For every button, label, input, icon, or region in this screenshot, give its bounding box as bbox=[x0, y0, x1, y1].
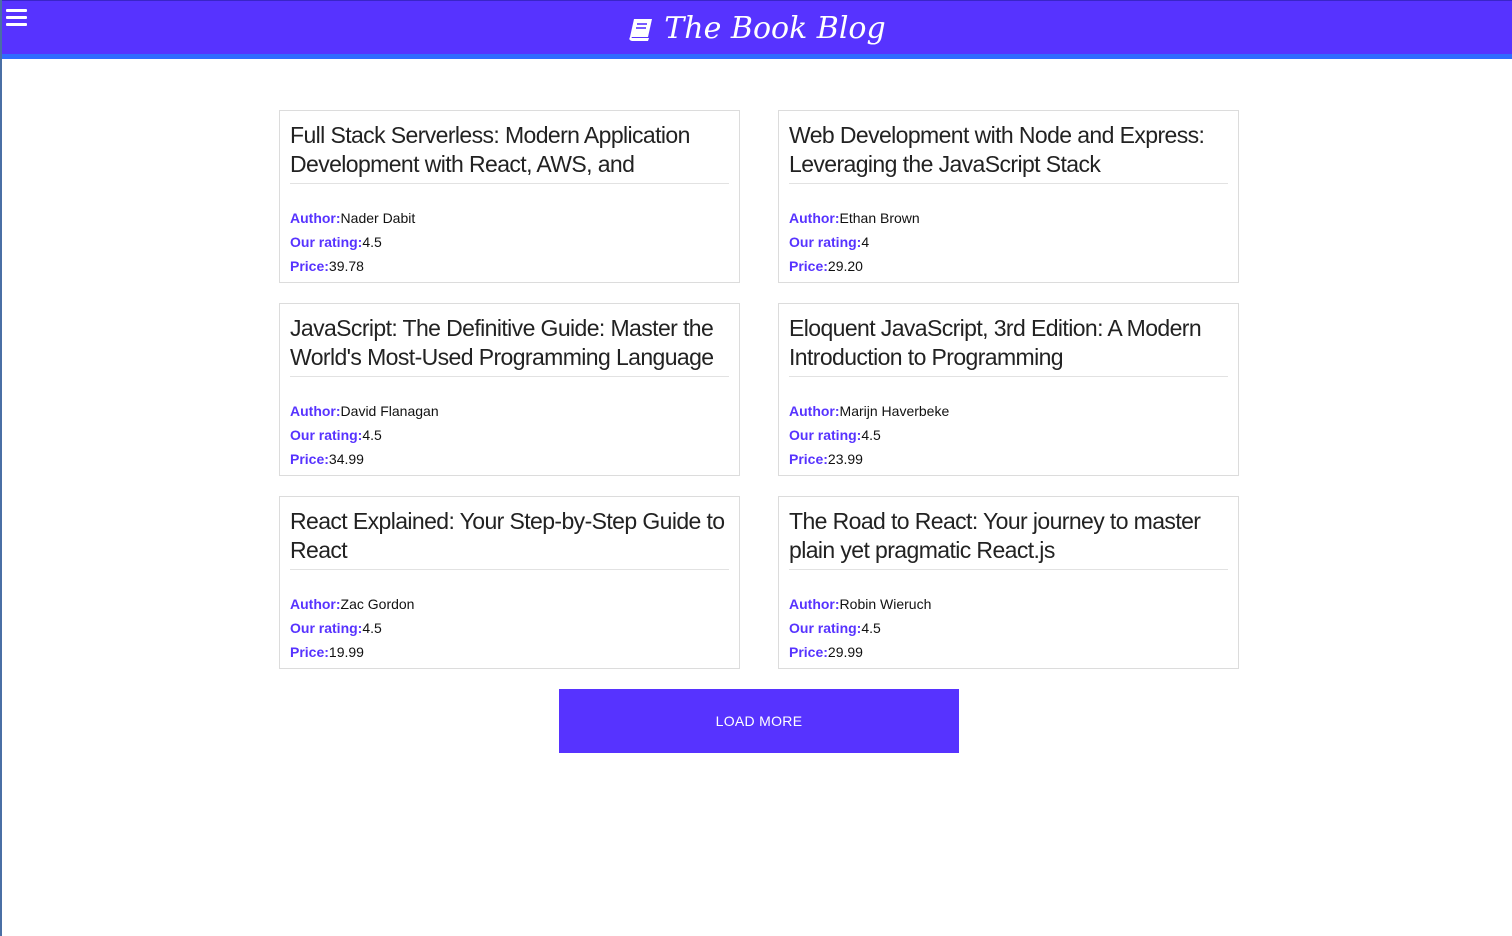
author-row: Author:Ethan Brown bbox=[789, 206, 1228, 230]
author-value: David Flanagan bbox=[340, 403, 439, 419]
author-row: Author:Nader Dabit bbox=[290, 206, 729, 230]
rating-value: 4.5 bbox=[362, 234, 382, 250]
rating-value: 4.5 bbox=[362, 620, 382, 636]
rating-value: 4.5 bbox=[362, 427, 382, 443]
book-card[interactable]: Full Stack Serverless: Modern Applicatio… bbox=[279, 110, 740, 283]
rating-value: 4 bbox=[861, 234, 870, 250]
book-title[interactable]: JavaScript: The Definitive Guide: Master… bbox=[290, 314, 729, 377]
price-row: Price:34.99 bbox=[290, 447, 729, 471]
book-card[interactable]: React Explained: Your Step-by-Step Guide… bbox=[279, 496, 740, 669]
rating-label: Our rating: bbox=[789, 620, 862, 636]
price-row: Price:29.99 bbox=[789, 640, 1228, 664]
book-card[interactable]: JavaScript: The Definitive Guide: Master… bbox=[279, 303, 740, 476]
book-title[interactable]: The Road to React: Your journey to maste… bbox=[789, 507, 1228, 570]
author-label: Author: bbox=[290, 210, 341, 226]
book-meta: Author:David Flanagan Our rating:4.5 Pri… bbox=[290, 399, 729, 471]
author-label: Author: bbox=[789, 210, 840, 226]
price-label: Price: bbox=[290, 644, 329, 660]
author-row: Author:Zac Gordon bbox=[290, 592, 729, 616]
book-card[interactable]: Eloquent JavaScript, 3rd Edition: A Mode… bbox=[778, 303, 1239, 476]
author-label: Author: bbox=[789, 596, 840, 612]
rating-row: Our rating:4.5 bbox=[789, 423, 1228, 447]
author-value: Nader Dabit bbox=[340, 210, 416, 226]
price-value: 29.20 bbox=[827, 258, 863, 274]
rating-row: Our rating:4 bbox=[789, 230, 1228, 254]
app-frame: The Book Blog Full Stack Serverless: Mod… bbox=[0, 0, 1512, 936]
author-value: Marijn Haverbeke bbox=[839, 403, 950, 419]
rating-label: Our rating: bbox=[789, 427, 862, 443]
price-label: Price: bbox=[290, 258, 329, 274]
author-label: Author: bbox=[290, 403, 341, 419]
price-label: Price: bbox=[789, 451, 828, 467]
price-value: 19.99 bbox=[328, 644, 364, 660]
book-list: Full Stack Serverless: Modern Applicatio… bbox=[279, 110, 1239, 669]
book-title[interactable]: Web Development with Node and Express: L… bbox=[789, 121, 1228, 184]
author-label: Author: bbox=[789, 403, 840, 419]
book-icon bbox=[628, 13, 654, 53]
brand-title[interactable]: The Book Blog bbox=[2, 9, 1512, 53]
book-meta: Author:Zac Gordon Our rating:4.5 Price:1… bbox=[290, 592, 729, 664]
site-title: The Book Blog bbox=[664, 11, 886, 46]
rating-value: 4.5 bbox=[861, 620, 881, 636]
price-row: Price:29.20 bbox=[789, 254, 1228, 278]
price-label: Price: bbox=[290, 451, 329, 467]
price-row: Price:39.78 bbox=[290, 254, 729, 278]
author-row: Author:Marijn Haverbeke bbox=[789, 399, 1228, 423]
price-row: Price:23.99 bbox=[789, 447, 1228, 471]
rating-label: Our rating: bbox=[290, 620, 363, 636]
author-row: Author:Robin Wieruch bbox=[789, 592, 1228, 616]
book-meta: Author:Marijn Haverbeke Our rating:4.5 P… bbox=[789, 399, 1228, 471]
header-underline bbox=[2, 54, 1512, 59]
rating-label: Our rating: bbox=[290, 427, 363, 443]
rating-label: Our rating: bbox=[290, 234, 363, 250]
author-value: Zac Gordon bbox=[340, 596, 415, 612]
book-title[interactable]: React Explained: Your Step-by-Step Guide… bbox=[290, 507, 729, 570]
book-meta: Author:Robin Wieruch Our rating:4.5 Pric… bbox=[789, 592, 1228, 664]
price-value: 39.78 bbox=[328, 258, 364, 274]
price-value: 23.99 bbox=[827, 451, 863, 467]
author-value: Robin Wieruch bbox=[839, 596, 932, 612]
price-label: Price: bbox=[789, 644, 828, 660]
load-more-button[interactable]: LOAD MORE bbox=[559, 689, 959, 753]
price-row: Price:19.99 bbox=[290, 640, 729, 664]
author-value: Ethan Brown bbox=[839, 210, 920, 226]
top-app-bar: The Book Blog bbox=[2, 0, 1512, 54]
book-title[interactable]: Eloquent JavaScript, 3rd Edition: A Mode… bbox=[789, 314, 1228, 377]
rating-row: Our rating:4.5 bbox=[290, 230, 729, 254]
book-meta: Author:Nader Dabit Our rating:4.5 Price:… bbox=[290, 206, 729, 278]
price-value: 34.99 bbox=[328, 451, 364, 467]
rating-row: Our rating:4.5 bbox=[290, 616, 729, 640]
book-card[interactable]: The Road to React: Your journey to maste… bbox=[778, 496, 1239, 669]
price-label: Price: bbox=[789, 258, 828, 274]
book-card[interactable]: Web Development with Node and Express: L… bbox=[778, 110, 1239, 283]
book-title[interactable]: Full Stack Serverless: Modern Applicatio… bbox=[290, 121, 729, 184]
author-label: Author: bbox=[290, 596, 341, 612]
price-value: 29.99 bbox=[827, 644, 863, 660]
rating-row: Our rating:4.5 bbox=[290, 423, 729, 447]
rating-row: Our rating:4.5 bbox=[789, 616, 1228, 640]
author-row: Author:David Flanagan bbox=[290, 399, 729, 423]
book-meta: Author:Ethan Brown Our rating:4 Price:29… bbox=[789, 206, 1228, 278]
rating-value: 4.5 bbox=[861, 427, 881, 443]
rating-label: Our rating: bbox=[789, 234, 862, 250]
